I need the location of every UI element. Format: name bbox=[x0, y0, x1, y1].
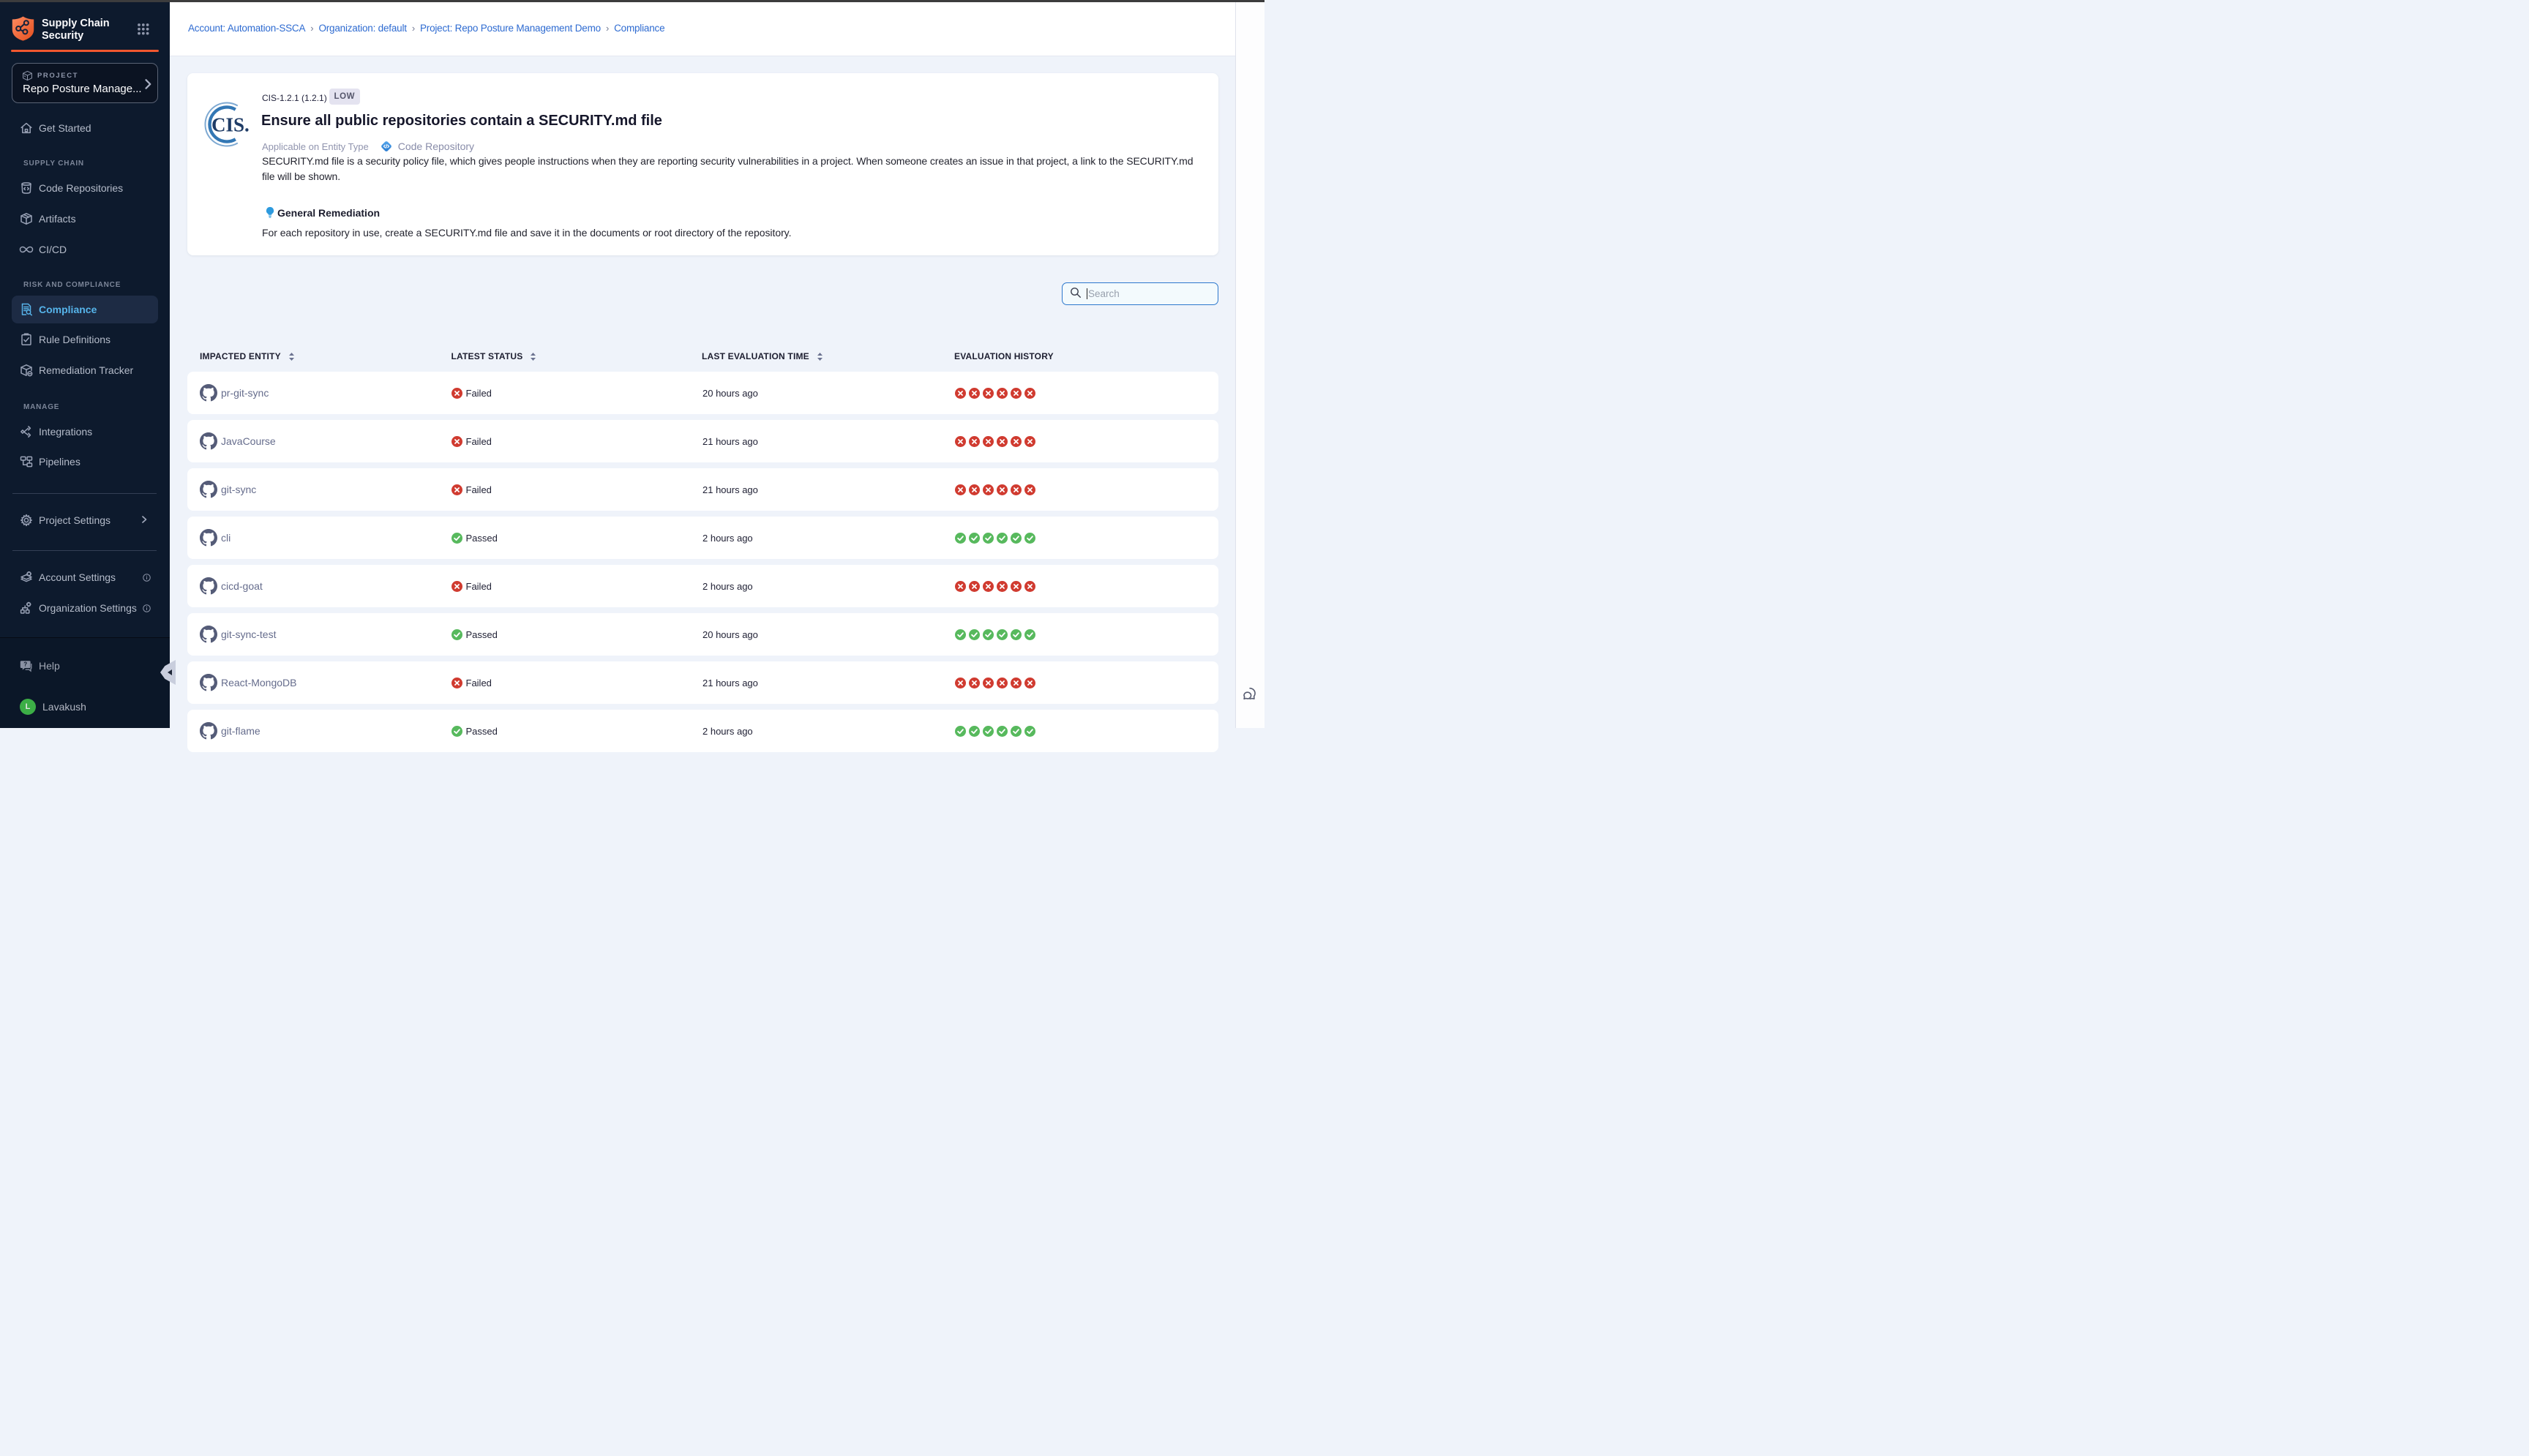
svg-text:CIS.: CIS. bbox=[211, 114, 250, 136]
